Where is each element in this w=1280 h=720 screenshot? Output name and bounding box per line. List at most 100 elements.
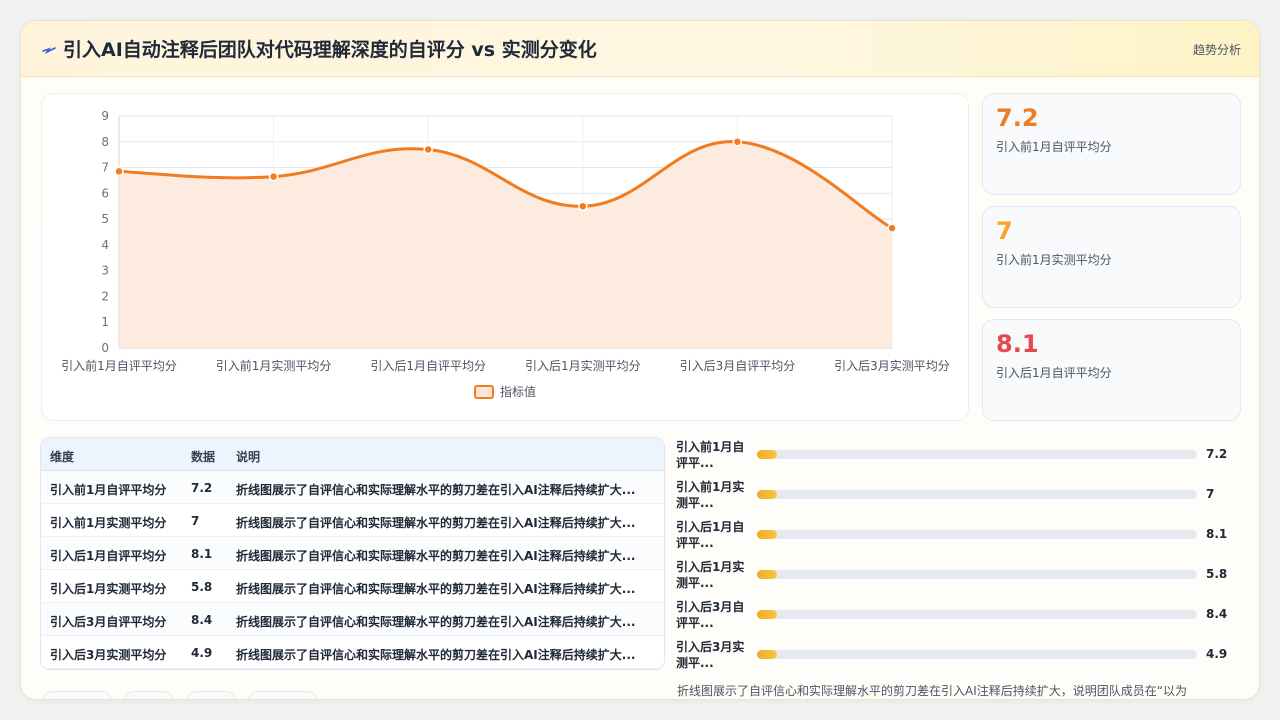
cell-description: 折线图展示了自评信心和实际理解水平的剪刀差在引入AI注释后持续扩大... <box>236 582 636 596</box>
y-tick-label: 4 <box>101 238 109 252</box>
data-point[interactable] <box>114 166 124 177</box>
bar-track <box>757 450 1197 459</box>
bar-value: 7 <box>1206 487 1215 501</box>
cell-data: 4.9 <box>191 646 213 660</box>
x-tick-label: 引入后1月自评平均分 <box>370 359 486 373</box>
bar-track <box>757 650 1197 659</box>
bar-track <box>757 610 1197 619</box>
column-header-dimension: 维度 <box>50 450 75 464</box>
cell-description: 折线图展示了自评信心和实际理解水平的剪刀差在引入AI注释后持续扩大... <box>236 549 636 563</box>
bar-fill <box>757 650 777 659</box>
table-row: 引入后3月自评平均分 8.4 折线图展示了自评信心和实际理解水平的剪刀差在引入AI注… <box>41 603 664 636</box>
kpi-label: 引入前1月自评平均分 <box>996 140 1112 154</box>
trend-analysis-tag[interactable]: 趋势分析 <box>1193 41 1241 58</box>
bar-row: 引入后1月实 测平... 5.8 <box>676 559 1246 595</box>
bar-label-line: 评平... <box>676 616 714 630</box>
kpi-label: 引入前1月实测平均分 <box>996 253 1112 267</box>
kpi-value: 8.1 <box>996 330 1039 358</box>
cell-dimension: 引入前1月自评平均分 <box>50 483 167 497</box>
legend-swatch[interactable] <box>474 385 494 399</box>
data-point[interactable] <box>423 144 433 155</box>
bar-value: 4.9 <box>1206 647 1228 661</box>
cell-description: 折线图展示了自评信心和实际理解水平的剪刀差在引入AI注释后持续扩大... <box>236 648 636 662</box>
bar-label-line: 引入后3月实 <box>676 640 745 654</box>
data-point[interactable] <box>887 223 897 233</box>
bar-track <box>757 530 1197 539</box>
y-tick-label: 9 <box>101 109 109 123</box>
kpi-label: 引入后1月自评平均分 <box>996 366 1112 380</box>
bar-fill <box>757 530 777 539</box>
bar-row: 引入后3月实 测平... 4.9 <box>676 639 1246 675</box>
bar-label: 引入后3月自 评平... <box>676 599 748 631</box>
x-tick-label: 引入前1月自评平均分 <box>61 358 177 373</box>
bar-fill <box>757 490 777 499</box>
bar-value: 8.4 <box>1206 607 1228 621</box>
y-tick-label: 3 <box>101 264 109 278</box>
bar-label-line: 测平... <box>676 656 714 670</box>
chart-description: 折线图展示了自评信心和实际理解水平的剪刀差在引入AI注释后持续扩大，说明团队成员… <box>677 684 1187 698</box>
bar-label-line: 引入后3月自 <box>676 600 745 614</box>
bar-row: 引入后1月自 评平... 8.1 <box>676 519 1246 555</box>
bar-label: 引入前1月实 测平... <box>676 479 748 511</box>
bar-value: 7.2 <box>1206 447 1228 461</box>
x-tick-label: 引入后1月实测平均分 <box>525 358 641 373</box>
cell-data: 7.2 <box>191 481 213 495</box>
x-tick-label: 引入前1月实测平均分 <box>216 358 332 373</box>
bar-track <box>757 570 1197 579</box>
bar-label: 引入后1月实 测平... <box>676 559 748 591</box>
data-point[interactable] <box>268 171 279 182</box>
bar-row: 引入前1月自 评平... 7.2 <box>676 439 1246 475</box>
cell-description: 折线图展示了自评信心和实际理解水平的剪刀差在引入AI注释后持续扩大... <box>236 483 636 497</box>
legend-label[interactable]: 指标值 <box>500 384 536 399</box>
bar-label-line: 引入后1月实 <box>676 560 745 574</box>
y-tick-label: 8 <box>101 135 109 149</box>
y-tick-label: 5 <box>101 212 109 226</box>
table-row: 引入前1月实测平均分 7 折线图展示了自评信心和实际理解水平的剪刀差在引入AI注释后… <box>41 504 664 537</box>
dashboard-card: 引入AI自动注释后团队对代码理解深度的自评分 vs 实测分变化 趋势分析 0 1 2… <box>20 20 1260 700</box>
bar-track <box>757 490 1197 499</box>
table-row: 引入后3月实测平均分 4.9 折线图展示了自评信心和实际理解水平的剪刀差在引入AI注… <box>41 636 664 669</box>
cell-description: 折线图展示了自评信心和实际理解水平的剪刀差在引入AI注释后持续扩大... <box>236 516 636 530</box>
column-header-description: 说明 <box>236 450 261 464</box>
bar-fill <box>757 450 777 459</box>
chip[interactable] <box>123 691 175 699</box>
y-tick-label: 7 <box>101 161 109 175</box>
bar-label-line: 引入前1月实 <box>676 480 745 494</box>
chart-svg: 0 1 2 3 4 5 6 7 8 9 引入前1月自评平均分 引入前1月实测平均分 引入后1月自评平均分… <box>61 109 950 399</box>
table-row: 引入后1月实测平均分 5.8 折线图展示了自评信心和实际理解水平的剪刀差在引入AI注… <box>41 570 664 603</box>
chip[interactable] <box>41 691 113 699</box>
kpi-card: 7 引入前1月实测平均分 <box>982 206 1241 308</box>
cell-dimension: 引入后1月自评平均分 <box>50 549 167 563</box>
chip[interactable] <box>247 691 319 699</box>
y-tick-label: 2 <box>101 289 109 303</box>
line-chart: 0 1 2 3 4 5 6 7 8 9 引入前1月自评平均分 引入前1月实测平均分 引入后1月自评平均分… <box>41 93 969 421</box>
kpi-value: 7.2 <box>996 104 1039 132</box>
cell-data: 5.8 <box>191 580 213 594</box>
bar-label: 引入前1月自 评平... <box>676 439 748 471</box>
progress-bar-list: 引入前1月自 评平... 7.2 引入前1月实 测平... 7 引入后1月自 评平... 8.1… <box>676 437 1246 677</box>
cell-dimension: 引入后1月实测平均分 <box>50 582 167 596</box>
chip[interactable] <box>185 691 237 699</box>
bar-value: 5.8 <box>1206 567 1228 581</box>
bar-label-line: 评平... <box>676 456 714 470</box>
page-title: 引入AI自动注释后团队对代码理解深度的自评分 vs 实测分变化 <box>63 39 597 61</box>
data-point[interactable] <box>732 137 743 147</box>
cell-dimension: 引入前1月实测平均分 <box>50 516 167 530</box>
y-tick-label: 1 <box>101 315 109 329</box>
cell-dimension: 引入后3月实测平均分 <box>50 648 167 662</box>
cell-data: 8.4 <box>191 613 213 627</box>
card-header: 引入AI自动注释后团队对代码理解深度的自评分 vs 实测分变化 趋势分析 <box>21 21 1259 77</box>
table-row: 引入前1月自评平均分 7.2 折线图展示了自评信心和实际理解水平的剪刀差在引入AI注… <box>41 471 664 504</box>
bar-label: 引入后1月自 评平... <box>676 519 748 551</box>
bar-row: 引入前1月实 测平... 7 <box>676 479 1246 515</box>
bar-label-line: 评平... <box>676 536 714 550</box>
cell-data: 8.1 <box>191 547 213 561</box>
bar-label: 引入后3月实 测平... <box>676 639 748 671</box>
cell-description: 折线图展示了自评信心和实际理解水平的剪刀差在引入AI注释后持续扩大... <box>236 615 636 629</box>
kpi-value: 7 <box>996 217 1013 245</box>
bar-label-line: 测平... <box>676 496 714 510</box>
data-table: 维度 数据 说明 引入前1月自评平均分 7.2 折线图展示了自评信心和实际理解水平的… <box>40 437 665 670</box>
bar-row: 引入后3月自 评平... 8.4 <box>676 599 1246 635</box>
bar-label-line: 引入后1月自 <box>676 520 745 534</box>
data-point[interactable] <box>578 201 588 211</box>
